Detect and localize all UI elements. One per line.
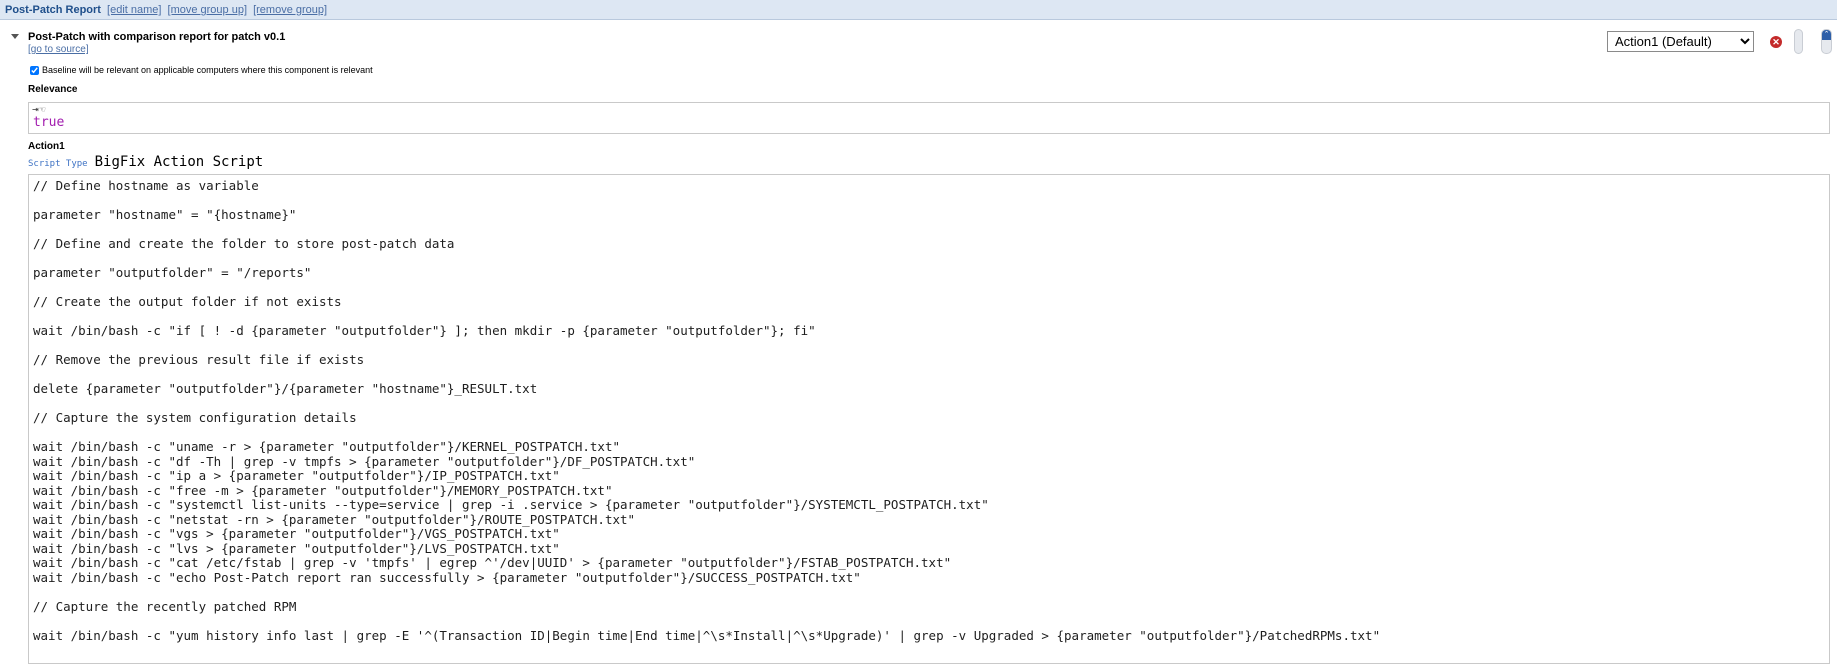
relevance-value: true [33, 115, 65, 130]
script-line: wait /bin/bash -c "df -Th | grep -v tmpf… [33, 453, 696, 469]
relevance-heading: Relevance [28, 84, 78, 95]
script-line: wait /bin/bash -c "vgs > {parameter "out… [33, 526, 560, 541]
script-line [33, 614, 1829, 629]
script-text: // Define hostname as variable parameter … [29, 175, 1829, 643]
action-script-editor[interactable]: // Define hostname as variable parameter … [28, 174, 1830, 664]
script-line: // Capture the recently patched RPM [33, 598, 297, 614]
remove-component-icon[interactable]: ✕ [1770, 36, 1782, 48]
script-line: wait /bin/bash -c "if [ ! -d {parameter … [33, 323, 816, 338]
script-line [33, 281, 1829, 296]
script-line: wait /bin/bash -c "ip a > {parameter "ou… [33, 468, 560, 483]
script-type-row: Script Type BigFix Action Script [28, 154, 263, 170]
script-line: // Define hostname as variable [33, 178, 259, 193]
scroll-top-button[interactable]: ⌃ [1821, 29, 1832, 54]
action-selector[interactable]: Action1 (Default) [1607, 31, 1754, 52]
move-group-up-link[interactable]: [move group up] [168, 4, 248, 16]
baseline-relevance-label: Baseline will be relevant on applicable … [42, 65, 373, 75]
edit-cursor-icon: ⇥☜ [32, 105, 46, 114]
script-line [33, 397, 1829, 412]
script-line: parameter "outputfolder" = "/reports" [33, 265, 312, 280]
script-line [33, 426, 1829, 441]
script-line: wait /bin/bash -c "lvs > {parameter "out… [33, 540, 560, 556]
script-line [33, 252, 1829, 267]
relevance-editor[interactable]: ⇥☜ true [28, 102, 1830, 134]
script-line: // Create the output folder if not exist… [33, 294, 342, 309]
script-line: wait /bin/bash -c "yum history info last… [33, 627, 1381, 643]
script-line: delete {parameter "outputfolder"}/{param… [33, 381, 538, 396]
script-line [33, 585, 1829, 600]
script-line: // Define and create the folder to store… [33, 236, 455, 251]
remove-group-link[interactable]: [remove group] [253, 4, 327, 16]
group-header: Post-Patch Report [edit name] [move grou… [0, 0, 1837, 20]
action-heading: Action1 [28, 141, 65, 152]
script-type-label: Script Type [28, 159, 88, 169]
script-line: wait /bin/bash -c "free -m > {parameter … [33, 482, 613, 498]
script-line [33, 194, 1829, 209]
script-line: wait /bin/bash -c "netstat -rn > {parame… [33, 511, 636, 527]
move-handle[interactable] [1794, 29, 1803, 54]
script-line [33, 339, 1829, 354]
script-line: parameter "hostname" = "{hostname}" [33, 207, 297, 222]
collapse-triangle-icon[interactable] [11, 34, 19, 39]
script-line [33, 310, 1829, 325]
up-arrow-icon: ⌃ [1822, 30, 1831, 40]
script-line: wait /bin/bash -c "systemctl list-units … [33, 497, 989, 512]
group-name: Post-Patch Report [5, 4, 101, 16]
script-line [33, 368, 1829, 383]
baseline-relevance-option[interactable]: Baseline will be relevant on applicable … [30, 65, 373, 75]
script-line [33, 223, 1829, 238]
script-type-value: BigFix Action Script [94, 154, 264, 170]
script-line: wait /bin/bash -c "echo Post-Patch repor… [33, 569, 861, 585]
script-line: // Capture the system configuration deta… [33, 410, 357, 425]
script-line: wait /bin/bash -c "cat /etc/fstab | grep… [33, 555, 952, 570]
script-line: // Remove the previous result file if ex… [33, 352, 365, 367]
script-line: wait /bin/bash -c "uname -r > {parameter… [33, 439, 620, 454]
go-to-source-link[interactable]: [go to source] [28, 44, 89, 55]
edit-name-link[interactable]: [edit name] [107, 4, 161, 16]
baseline-relevance-checkbox[interactable] [30, 65, 39, 75]
component-title: Post-Patch with comparison report for pa… [28, 31, 286, 43]
